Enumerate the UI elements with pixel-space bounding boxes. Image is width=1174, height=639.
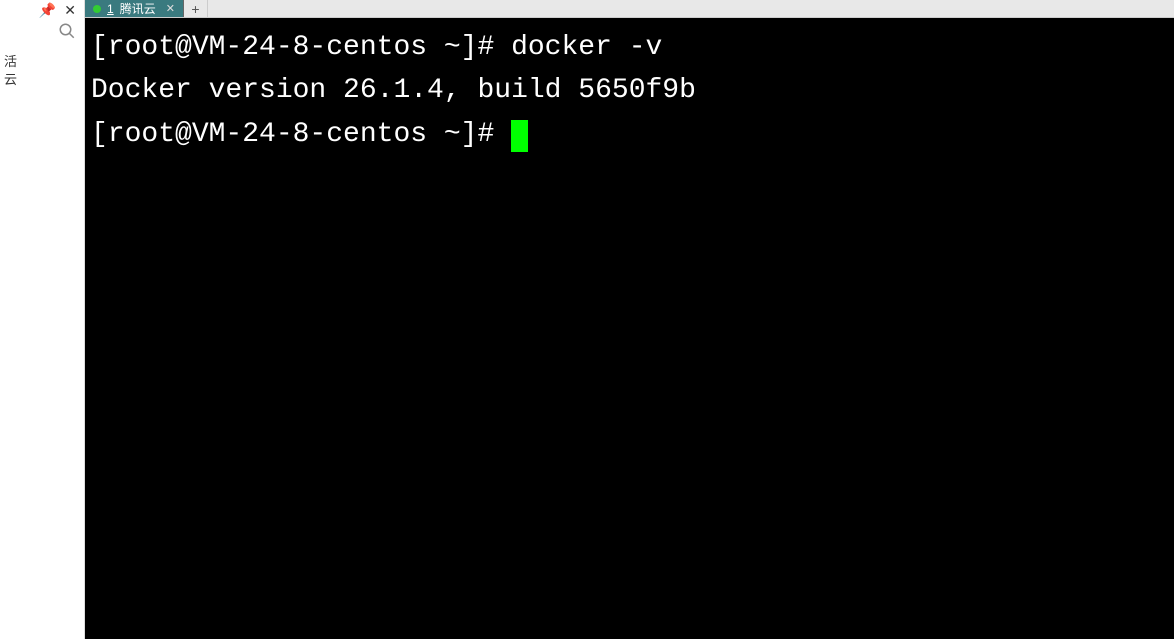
terminal-output: Docker version 26.1.4, build 5650f9b [91, 69, 1168, 112]
tab-label: 腾讯云 [120, 0, 156, 17]
sidebar-text-line: 云 [4, 71, 80, 89]
search-icon[interactable] [58, 22, 76, 45]
tab-bar: 1 腾讯云 ✕ + [85, 0, 1174, 18]
terminal-line: [root@VM-24-8-centos ~]# [91, 113, 1168, 156]
terminal[interactable]: [root@VM-24-8-centos ~]# docker -vDocker… [85, 18, 1174, 639]
terminal-line: [root@VM-24-8-centos ~]# docker -v [91, 26, 1168, 69]
main-area: 1 腾讯云 ✕ + [root@VM-24-8-centos ~]# docke… [85, 0, 1174, 639]
add-tab-button[interactable]: + [184, 0, 208, 17]
sidebar-close-icon[interactable]: ✕ [64, 2, 76, 19]
sidebar-text-line: 活 [4, 53, 80, 71]
sidebar-text: 活 云 [0, 47, 84, 95]
command-text: docker -v [511, 32, 662, 63]
sidebar: 📌 ✕ 活 云 [0, 0, 85, 639]
cursor-icon [511, 120, 528, 152]
status-dot-icon [93, 5, 101, 13]
prompt: [root@VM-24-8-centos ~]# [91, 32, 511, 63]
sidebar-search-row [0, 18, 84, 47]
tab-tencent-cloud[interactable]: 1 腾讯云 ✕ [85, 0, 184, 17]
tab-number: 1 [107, 2, 114, 16]
pin-icon[interactable]: 📌 [39, 2, 56, 19]
prompt: [root@VM-24-8-centos ~]# [91, 119, 511, 150]
tab-close-icon[interactable]: ✕ [166, 2, 175, 15]
sidebar-controls: 📌 ✕ [0, 0, 84, 18]
